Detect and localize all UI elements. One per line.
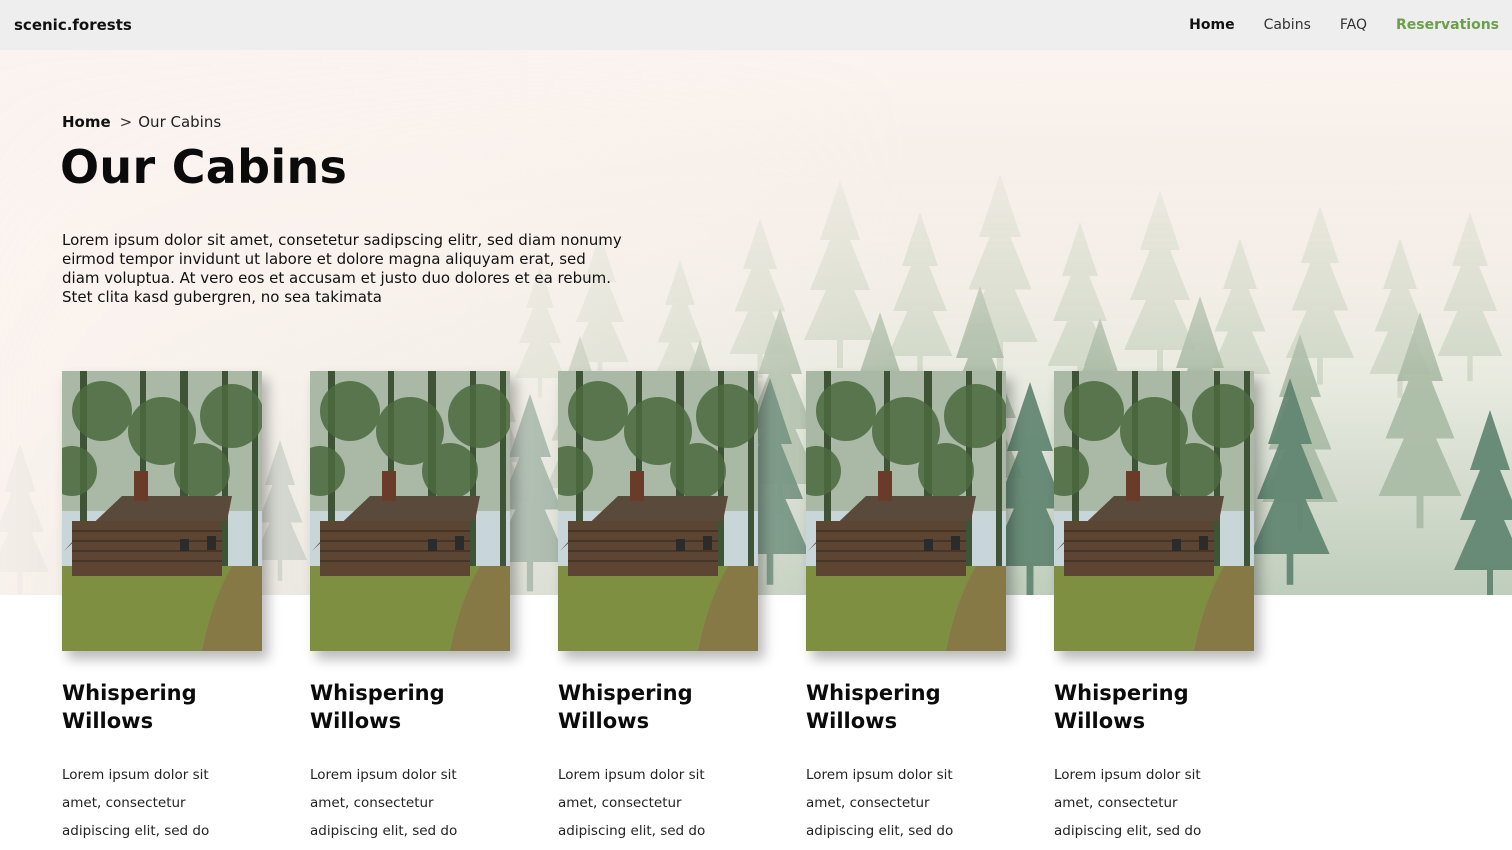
nav-link-faq[interactable]: FAQ bbox=[1340, 17, 1367, 33]
breadcrumb-home-link[interactable]: Home bbox=[62, 113, 111, 131]
cabin-card-title[interactable]: Whispering Willows bbox=[62, 679, 252, 735]
nav-link-home[interactable]: Home bbox=[1189, 17, 1234, 33]
cabin-card-description: Lorem ipsum dolor sit amet, consectetur … bbox=[62, 767, 210, 839]
brand-logo[interactable]: scenic.forests bbox=[14, 16, 132, 34]
nav-link-reservations[interactable]: Reservations bbox=[1396, 17, 1499, 33]
cabin-card: Whispering Willows Lorem ipsum dolor sit… bbox=[1054, 371, 1254, 850]
cabin-card-description: Lorem ipsum dolor sit amet, consectetur … bbox=[558, 767, 706, 839]
top-navbar: scenic.forests Home Cabins FAQ Reservati… bbox=[0, 0, 1512, 50]
breadcrumb-current: Our Cabins bbox=[138, 113, 222, 131]
cabin-card-description: Lorem ipsum dolor sit amet, consectetur … bbox=[1054, 767, 1202, 839]
cabin-card: Whispering Willows Lorem ipsum dolor sit… bbox=[310, 371, 510, 850]
log-cabin-photo[interactable] bbox=[62, 371, 262, 651]
page-title: Our Cabins bbox=[60, 140, 348, 194]
cabin-card: Whispering Willows Lorem ipsum dolor sit… bbox=[62, 371, 262, 850]
intro-paragraph: Lorem ipsum dolor sit amet, consetetur s… bbox=[62, 231, 622, 306]
cabin-card: Whispering Willows Lorem ipsum dolor sit… bbox=[558, 371, 758, 850]
cabin-card-description: Lorem ipsum dolor sit amet, consectetur … bbox=[806, 767, 954, 839]
breadcrumb-separator: > bbox=[119, 113, 133, 131]
nav-link-cabins[interactable]: Cabins bbox=[1264, 17, 1311, 33]
log-cabin-photo[interactable] bbox=[558, 371, 758, 651]
cabin-card: Whispering Willows Lorem ipsum dolor sit… bbox=[806, 371, 1006, 850]
log-cabin-photo[interactable] bbox=[1054, 371, 1254, 651]
cabin-card-description: Lorem ipsum dolor sit amet, consectetur … bbox=[310, 767, 458, 839]
cabin-card-title[interactable]: Whispering Willows bbox=[806, 679, 996, 735]
breadcrumb: Home > Our Cabins bbox=[62, 113, 221, 131]
cabin-card-title[interactable]: Whispering Willows bbox=[1054, 679, 1244, 735]
cabin-card-title[interactable]: Whispering Willows bbox=[310, 679, 500, 735]
log-cabin-photo[interactable] bbox=[806, 371, 1006, 651]
main-nav: Home Cabins FAQ Reservations bbox=[1160, 17, 1499, 33]
log-cabin-photo[interactable] bbox=[310, 371, 510, 651]
cabin-card-title[interactable]: Whispering Willows bbox=[558, 679, 748, 735]
cabin-card-list: Whispering Willows Lorem ipsum dolor sit… bbox=[62, 371, 1302, 850]
